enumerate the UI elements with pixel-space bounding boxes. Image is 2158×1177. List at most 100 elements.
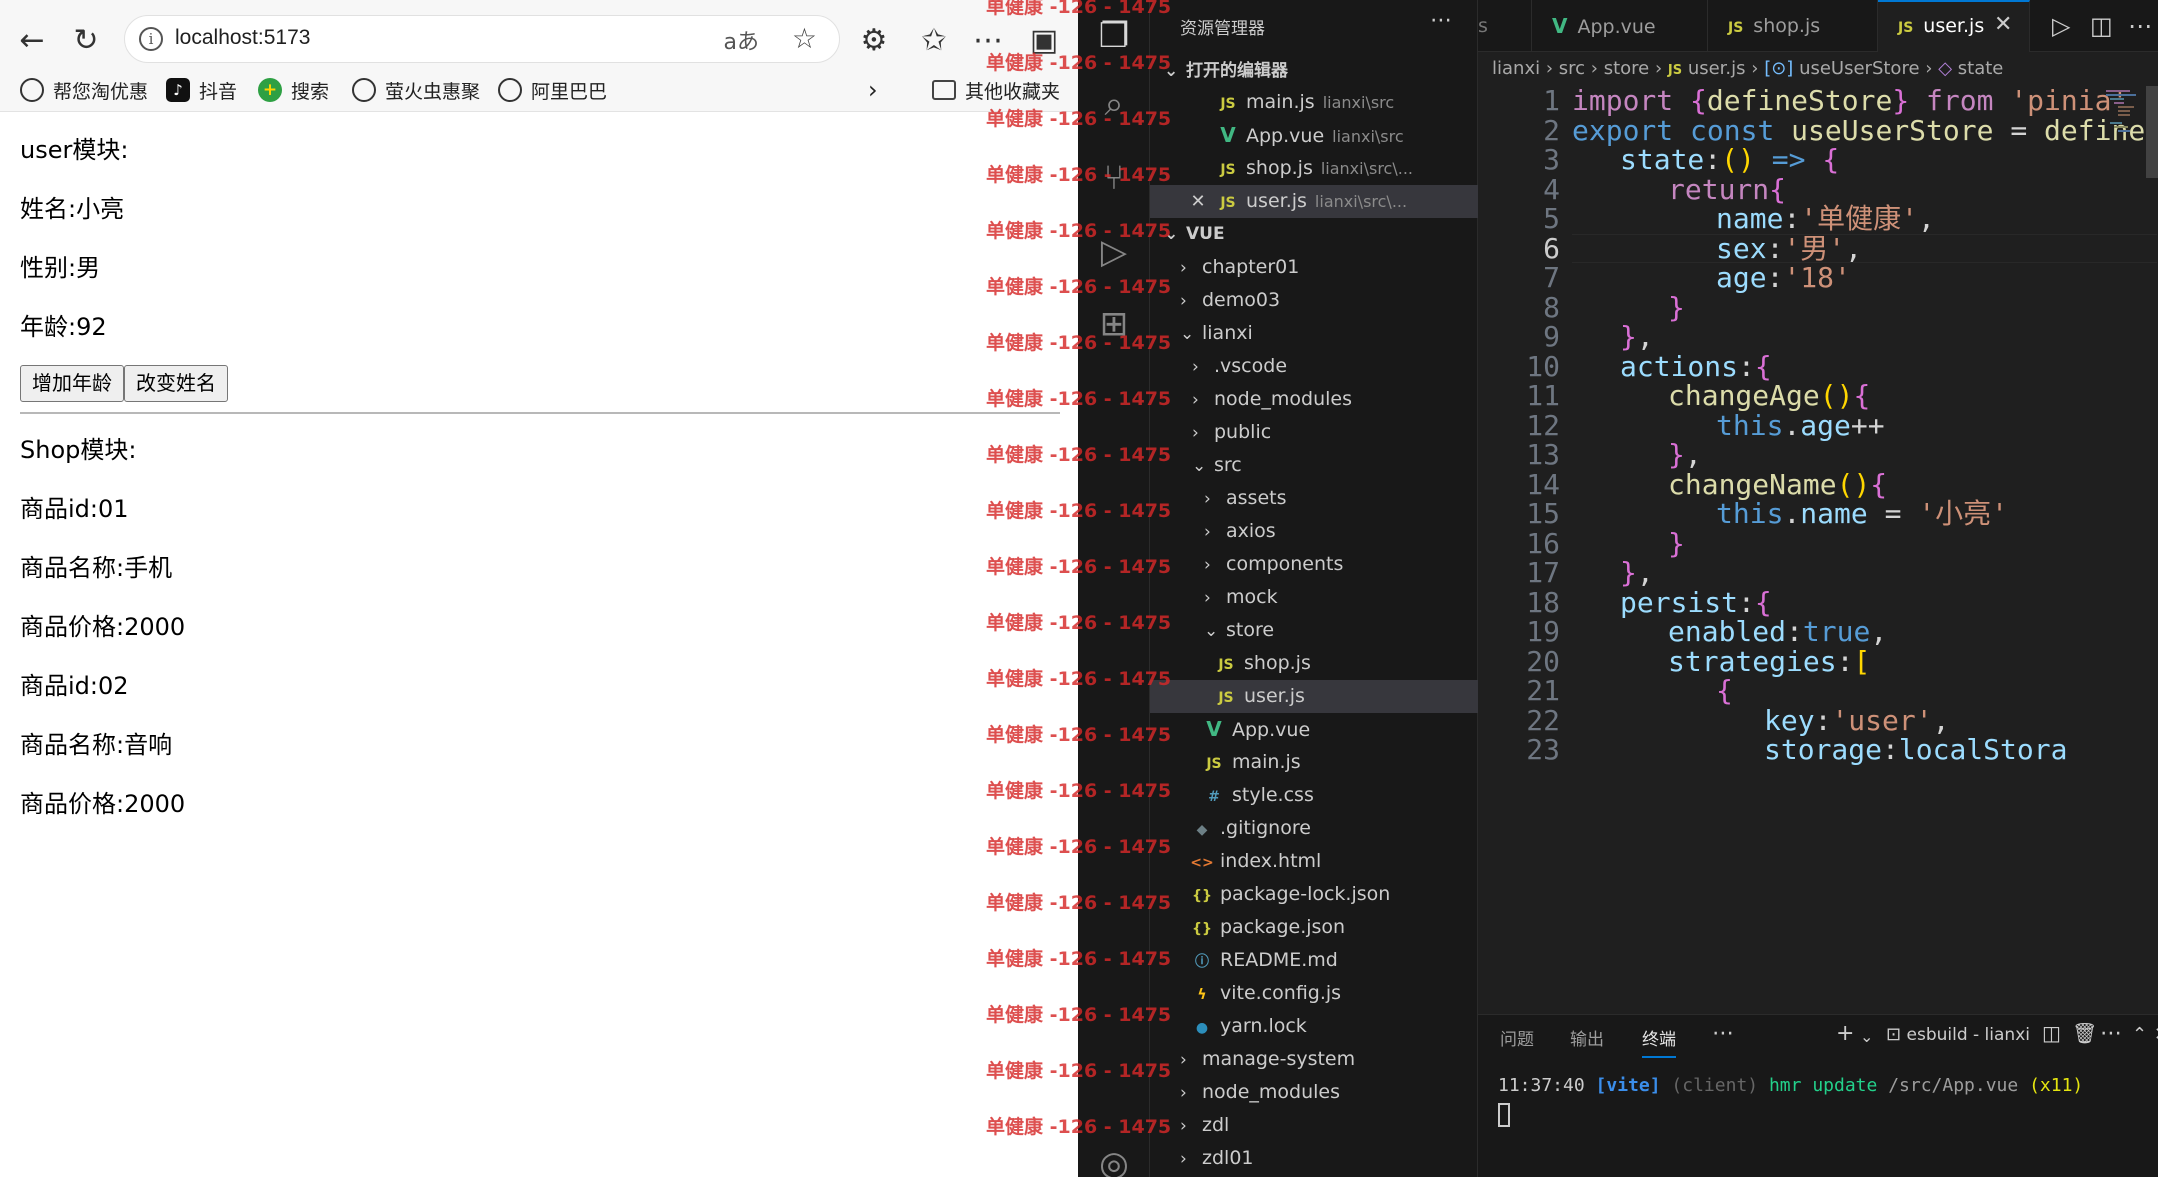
workspace-section[interactable]: ⌄ VUE — [1164, 224, 1225, 244]
code-line[interactable]: 20 strategies:[ — [1478, 646, 2158, 677]
explorer-more-icon[interactable]: ⋯ — [1430, 8, 1452, 33]
terminal-output[interactable]: 11:37:40 [vite] (client) hmr update /src… — [1498, 1075, 2083, 1096]
tree-file[interactable]: {} package-lock.json — [1190, 878, 1390, 911]
tree-file[interactable]: ⓘ README.md — [1190, 944, 1338, 977]
code-line[interactable]: 5 name:'单健康', — [1478, 204, 2158, 234]
other-bookmarks-folder[interactable]: 其他收藏夹 — [932, 76, 1060, 104]
change-name-button[interactable]: 改变姓名 — [124, 365, 228, 402]
more-actions-icon[interactable]: ⋯ — [2128, 12, 2152, 40]
code-line[interactable]: 10 actions:{ — [1478, 351, 2158, 382]
address-bar[interactable]: i localhost:5173 aあ ☆ — [124, 15, 840, 63]
tree-folder[interactable]: › assets — [1204, 482, 1286, 515]
code-line[interactable]: 9}, — [1478, 322, 2158, 352]
tree-file-selected[interactable]: JS user.js — [1150, 680, 1478, 713]
code-line[interactable]: 6 sex:'男', — [1478, 233, 2158, 264]
read-aloud-icon[interactable]: aあ — [724, 24, 759, 56]
tree-file[interactable]: {} package.json — [1190, 911, 1345, 944]
favorite-star-icon[interactable]: ☆ — [792, 22, 817, 55]
code-line[interactable]: 19 enabled:true, — [1478, 617, 2158, 647]
bookmarks-overflow-chevron-icon[interactable]: › — [868, 76, 878, 104]
code-line[interactable]: 4 return{ — [1478, 174, 2158, 205]
tree-folder[interactable]: ⌄ store — [1204, 614, 1274, 647]
editor-scrollbar[interactable] — [2146, 86, 2158, 178]
open-editor-item[interactable]: JS shop.js lianxi\src\... — [1150, 152, 1478, 185]
code-line[interactable]: 23 storage:localStora — [1478, 735, 2158, 765]
tree-folder[interactable]: › components — [1204, 548, 1343, 581]
code-line[interactable]: 2 export const useUserStore = define — [1478, 115, 2158, 146]
code-line[interactable]: 7 age:'18' — [1478, 263, 2158, 293]
tree-folder[interactable]: › zdl01 — [1180, 1142, 1254, 1175]
tree-file[interactable]: ϟ vite.config.js — [1190, 977, 1341, 1010]
tree-folder[interactable]: ⌄ lianxi — [1180, 317, 1253, 350]
tree-folder[interactable]: ⌄ src — [1192, 449, 1242, 482]
bookmark-alibaba[interactable]: 阿里巴巴 — [498, 76, 607, 104]
code-line[interactable]: 16} — [1478, 528, 2158, 559]
open-editor-item[interactable]: JS main.js lianxi\src — [1150, 86, 1478, 119]
panel-more-icon[interactable]: ⋯ — [1712, 1021, 1734, 1046]
tree-folder[interactable]: › demo03 — [1180, 284, 1280, 317]
maximize-panel-icon[interactable]: ⌃ — [2132, 1024, 2147, 1045]
run-icon[interactable]: ▷ — [2052, 12, 2070, 40]
close-panel-icon[interactable]: ✕ — [2154, 1024, 2158, 1045]
terminal-instance[interactable]: ⊡ esbuild - lianxi — [1886, 1024, 2030, 1045]
open-editors-section[interactable]: ⌄ 打开的编辑器 — [1164, 56, 1288, 81]
url-text[interactable]: localhost:5173 — [175, 26, 310, 50]
bookmark-taobao[interactable]: 帮您淘优惠 — [20, 76, 148, 104]
code-line[interactable]: 1 import {defineStore} from 'pinia' — [1478, 86, 2158, 116]
bookmark-search[interactable]: + 搜索 — [258, 76, 329, 104]
code-line[interactable]: 11 changeAge(){ — [1478, 381, 2158, 411]
minimap[interactable] — [2104, 86, 2144, 206]
tree-folder[interactable]: › zdl — [1180, 1109, 1229, 1142]
tree-folder[interactable]: › node_modules — [1180, 1076, 1340, 1109]
code-line[interactable]: 17}, — [1478, 558, 2158, 588]
tree-file[interactable]: ◆ .gitignore — [1190, 812, 1311, 845]
tab-app-vue[interactable]: V App.vue — [1532, 0, 1708, 52]
terminal-dropdown-chevron-icon[interactable]: ⌄ — [1860, 1027, 1873, 1046]
code-line[interactable]: 3 state:() => { — [1478, 145, 2158, 175]
tree-file[interactable]: JS main.js — [1202, 746, 1300, 779]
tab-shop-js[interactable]: JS shop.js — [1708, 0, 1878, 52]
terminal-more-icon[interactable]: ⋯ — [2100, 1021, 2122, 1046]
account-icon[interactable]: ◎ — [1092, 1142, 1136, 1177]
bookmark-yinghuochong[interactable]: 萤火虫惠聚 — [352, 76, 480, 104]
open-editor-item[interactable]: V App.vue lianxi\src — [1150, 119, 1478, 152]
tab-truncated[interactable]: s — [1472, 0, 1532, 52]
tree-file[interactable]: ● yarn.lock — [1190, 1010, 1307, 1043]
code-line[interactable]: 14 changeName(){ — [1478, 469, 2158, 500]
code-line[interactable]: 8} — [1478, 292, 2158, 323]
extensions-icon[interactable]: ⚙ — [852, 18, 896, 62]
close-tab-icon[interactable]: ✕ — [1994, 12, 2012, 37]
tree-folder[interactable]: › public — [1192, 416, 1271, 449]
code-editor[interactable]: 1 import {defineStore} from 'pinia' 2 expor… — [1478, 86, 2158, 1014]
code-line[interactable]: 13}, — [1478, 440, 2158, 470]
tree-file[interactable]: JS shop.js — [1214, 647, 1311, 680]
code-line[interactable]: 15 this.name = '小亮' — [1478, 499, 2158, 529]
site-info-icon[interactable]: i — [139, 27, 163, 51]
new-terminal-icon[interactable]: + — [1836, 1021, 1854, 1046]
panel-tab-problems[interactable]: 问题 — [1500, 1025, 1534, 1050]
tree-folder[interactable]: › mock — [1204, 581, 1278, 614]
tree-folder[interactable]: › chapter01 — [1180, 251, 1299, 284]
kill-terminal-icon[interactable]: 🗑 — [2072, 1021, 2097, 1045]
panel-tab-output[interactable]: 输出 — [1570, 1025, 1604, 1050]
split-editor-icon[interactable]: ◫ — [2090, 12, 2113, 40]
tree-file[interactable]: <> index.html — [1190, 845, 1321, 878]
close-icon[interactable]: ✕ — [1186, 185, 1210, 218]
tree-folder[interactable]: › axios — [1204, 515, 1276, 548]
tree-file[interactable]: V App.vue — [1202, 713, 1310, 746]
code-line[interactable]: 18 persist:{ — [1478, 587, 2158, 618]
open-editor-item-active[interactable]: ✕ JS user.js lianxi\src\... — [1150, 185, 1478, 218]
bookmark-douyin[interactable]: ♪ 抖音 — [166, 76, 237, 104]
back-arrow-icon[interactable]: ← — [10, 18, 54, 62]
code-line[interactable]: 21 { — [1478, 676, 2158, 706]
panel-tab-terminal[interactable]: 终端 — [1642, 1025, 1676, 1058]
split-terminal-icon[interactable]: ◫ — [2042, 1021, 2061, 1045]
tree-file[interactable]: # style.css — [1202, 779, 1314, 812]
refresh-icon[interactable]: ↻ — [64, 18, 108, 62]
code-line[interactable]: 22 key:'user', — [1478, 705, 2158, 736]
tree-folder[interactable]: › node_modules — [1192, 383, 1352, 416]
code-line[interactable]: 12 this.age++ — [1478, 410, 2158, 441]
tree-folder[interactable]: › .vscode — [1192, 350, 1287, 383]
tree-folder[interactable]: › manage-system — [1180, 1043, 1355, 1076]
favorites-icon[interactable]: ✩ — [912, 18, 956, 62]
